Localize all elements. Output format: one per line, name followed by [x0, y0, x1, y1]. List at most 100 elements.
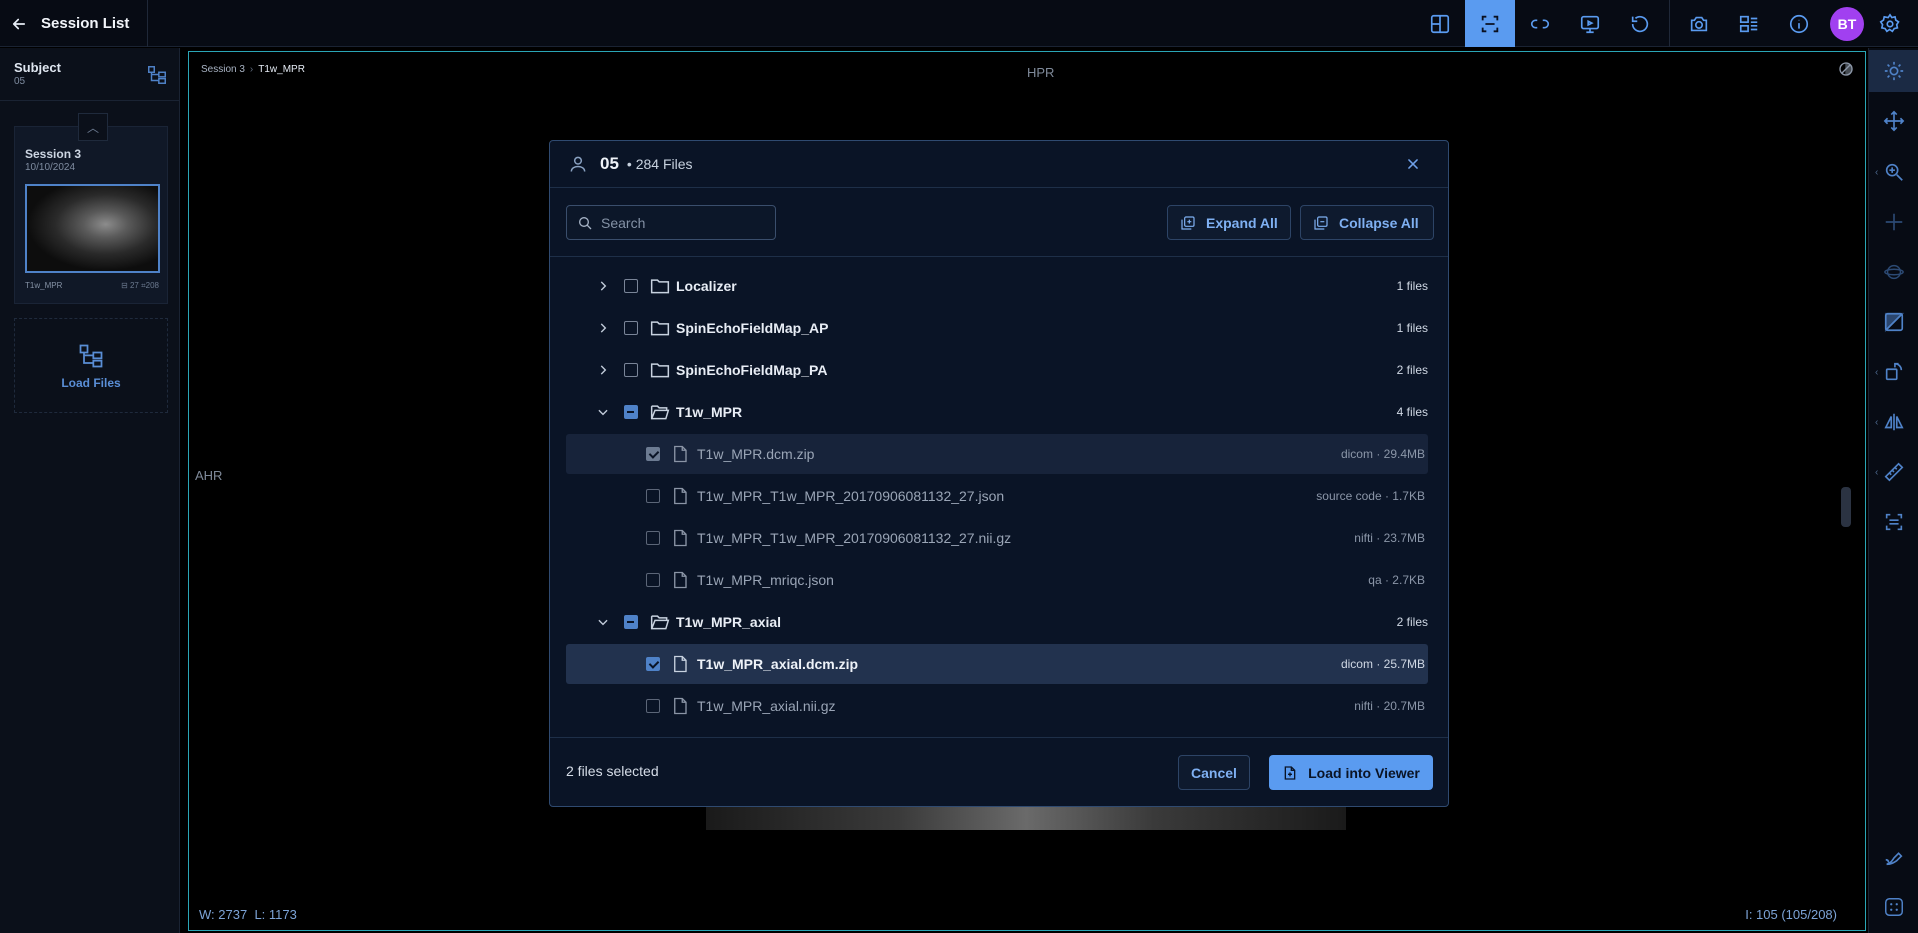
file-row-t1w-mpr-mriqc[interactable]: T1w_MPR_mriqc.json qa · 2.7KB — [566, 560, 1428, 600]
pen-icon — [1885, 852, 1903, 866]
snapshot-button[interactable] — [1674, 0, 1724, 47]
file-checkbox[interactable] — [646, 531, 660, 545]
folder-checkbox-partial[interactable] — [624, 405, 638, 419]
toolbar-divider — [1669, 0, 1670, 47]
dialog-header: 05 • 284 Files — [550, 141, 1448, 188]
file-checkbox-checked[interactable] — [646, 657, 660, 671]
select-roi-button[interactable] — [1465, 0, 1515, 47]
folder-checkbox-partial[interactable] — [624, 615, 638, 629]
level-value: 1173 — [268, 907, 297, 922]
invert-tool[interactable] — [1869, 301, 1918, 343]
chevron-up-icon: ︿ — [86, 120, 99, 135]
breadcrumb-session[interactable]: Session 3 — [201, 64, 245, 75]
file-checkbox[interactable] — [646, 699, 660, 713]
info-icon — [1789, 14, 1809, 33]
selection-count: 2 files selected — [566, 763, 659, 779]
file-name: T1w_MPR_axial.dcm.zip — [697, 656, 859, 672]
annotate-tool[interactable] — [1869, 836, 1918, 878]
gear-icon — [1879, 12, 1900, 32]
orientation-top-label: HPR — [1027, 65, 1055, 80]
link-icon — [1530, 19, 1550, 28]
cancel-button[interactable]: Cancel — [1178, 755, 1250, 790]
panels-icon — [1739, 15, 1758, 32]
scan-frame-icon — [1481, 15, 1499, 32]
session-card[interactable]: ︿ Session 3 10/10/2024 T1w_MPR ⊟ 27 ⌗208 — [14, 113, 168, 304]
search-icon — [579, 216, 592, 229]
scan-text-tool[interactable] — [1869, 501, 1918, 543]
file-tree-icon[interactable] — [146, 64, 168, 86]
chevron-right-icon[interactable] — [596, 279, 610, 293]
collapse-session-button[interactable]: ︿ — [78, 113, 108, 141]
window-value: 2737 — [218, 907, 248, 922]
invert-icon — [1884, 312, 1905, 333]
layout-button[interactable] — [1415, 0, 1465, 47]
series-stats: ⊟ 27 ⌗208 — [121, 281, 159, 291]
chevron-right-icon[interactable] — [596, 321, 610, 335]
folder-checkbox[interactable] — [624, 363, 638, 377]
file-checkbox[interactable] — [646, 489, 660, 503]
crosshair-tool[interactable] — [1869, 201, 1918, 243]
reset-button[interactable] — [1615, 0, 1665, 47]
close-icon[interactable] — [1406, 157, 1420, 171]
info-button[interactable] — [1774, 0, 1824, 47]
rotate-tool[interactable]: ‹ — [1869, 351, 1918, 393]
window-level-tool[interactable] — [1869, 50, 1918, 92]
measure-tool[interactable]: ‹ — [1869, 451, 1918, 493]
subject-label: Subject — [14, 60, 61, 75]
folder-row-spinechofieldmap-pa[interactable]: SpinEchoFieldMap_PA 2 files — [566, 350, 1428, 390]
chevron-down-icon[interactable] — [596, 405, 610, 419]
folder-row-localizer[interactable]: Localizer 1 files — [566, 266, 1428, 306]
search-input[interactable] — [601, 214, 771, 231]
folder-row-t1w-mpr[interactable]: T1w_MPR 4 files — [566, 392, 1428, 432]
file-row-t1w-mpr-dcm[interactable]: T1w_MPR.dcm.zip dicom · 29.4MB — [566, 434, 1428, 474]
pan-tool[interactable] — [1869, 100, 1918, 142]
file-meta: source code · 1.7KB — [1316, 489, 1425, 503]
series-stat-a: 27 — [129, 281, 139, 290]
image-index-readout: I: 105 (105/208) — [1745, 907, 1837, 922]
crosshair-icon — [1885, 213, 1903, 231]
back-arrow-icon[interactable] — [10, 15, 28, 33]
folder-row-spinechofieldmap-ap[interactable]: SpinEchoFieldMap_AP 1 files — [566, 308, 1428, 348]
file-row-t1w-mpr-json[interactable]: T1w_MPR_T1w_MPR_20170906081132_27.json s… — [566, 476, 1428, 516]
series-thumbnail[interactable] — [25, 184, 160, 273]
zoom-tool[interactable]: ‹ — [1869, 151, 1918, 193]
dialog-file-count: • 284 Files — [626, 156, 693, 172]
file-checkbox[interactable] — [646, 573, 660, 587]
folder-row-t1w-mpr-axial[interactable]: T1w_MPR_axial 2 files — [566, 602, 1428, 642]
file-name: T1w_MPR_T1w_MPR_20170906081132_27.json — [697, 488, 1005, 504]
collapse-all-button[interactable]: Collapse All — [1300, 205, 1434, 240]
settings-button[interactable] — [1870, 0, 1910, 47]
file-row-t1w-mpr-axial-nii[interactable]: T1w_MPR_axial.nii.gz nifti · 20.7MB — [566, 686, 1428, 726]
folder-checkbox[interactable] — [624, 321, 638, 335]
user-avatar[interactable]: BT — [1830, 6, 1864, 41]
series-label: T1w_MPR — [25, 281, 63, 290]
expand-folders-icon — [1181, 215, 1195, 230]
search-field[interactable] — [566, 205, 776, 240]
folder-file-count: 1 files — [1396, 321, 1428, 335]
chevron-right-icon[interactable] — [596, 363, 610, 377]
link-button[interactable] — [1515, 0, 1565, 47]
slice-scrollbar[interactable] — [1841, 487, 1851, 527]
file-checkbox-checked[interactable] — [646, 447, 660, 461]
panels-button[interactable] — [1724, 0, 1774, 47]
folder-checkbox[interactable] — [624, 279, 638, 293]
chevron-down-icon[interactable] — [596, 615, 610, 629]
breadcrumb-series: T1w_MPR — [258, 64, 305, 75]
load-files-button[interactable]: Load Files — [14, 318, 168, 413]
chevron-left-icon: ‹ — [1875, 416, 1879, 428]
session-list-header: Session List — [0, 0, 148, 47]
expand-all-button[interactable]: Expand All — [1167, 205, 1291, 240]
rotate-3d-tool[interactable] — [1869, 251, 1918, 293]
file-name: T1w_MPR_axial.nii.gz — [697, 698, 836, 714]
flip-tool[interactable]: ‹ — [1869, 401, 1918, 443]
contrast-icon[interactable] — [1837, 60, 1855, 78]
file-row-t1w-mpr-axial-dcm[interactable]: T1w_MPR_axial.dcm.zip dicom · 25.7MB — [566, 644, 1428, 684]
file-icon — [674, 655, 687, 673]
grid-tool[interactable] — [1869, 886, 1918, 928]
file-meta: dicom · 25.7MB — [1340, 657, 1425, 671]
window-level-readout: W: 2737 L: 1173 — [199, 907, 297, 922]
file-row-t1w-mpr-nii[interactable]: T1w_MPR_T1w_MPR_20170906081132_27.nii.gz… — [566, 518, 1428, 558]
monitor-icon — [1580, 15, 1600, 33]
load-into-viewer-button[interactable]: Load into Viewer — [1269, 755, 1433, 790]
present-button[interactable] — [1565, 0, 1615, 47]
